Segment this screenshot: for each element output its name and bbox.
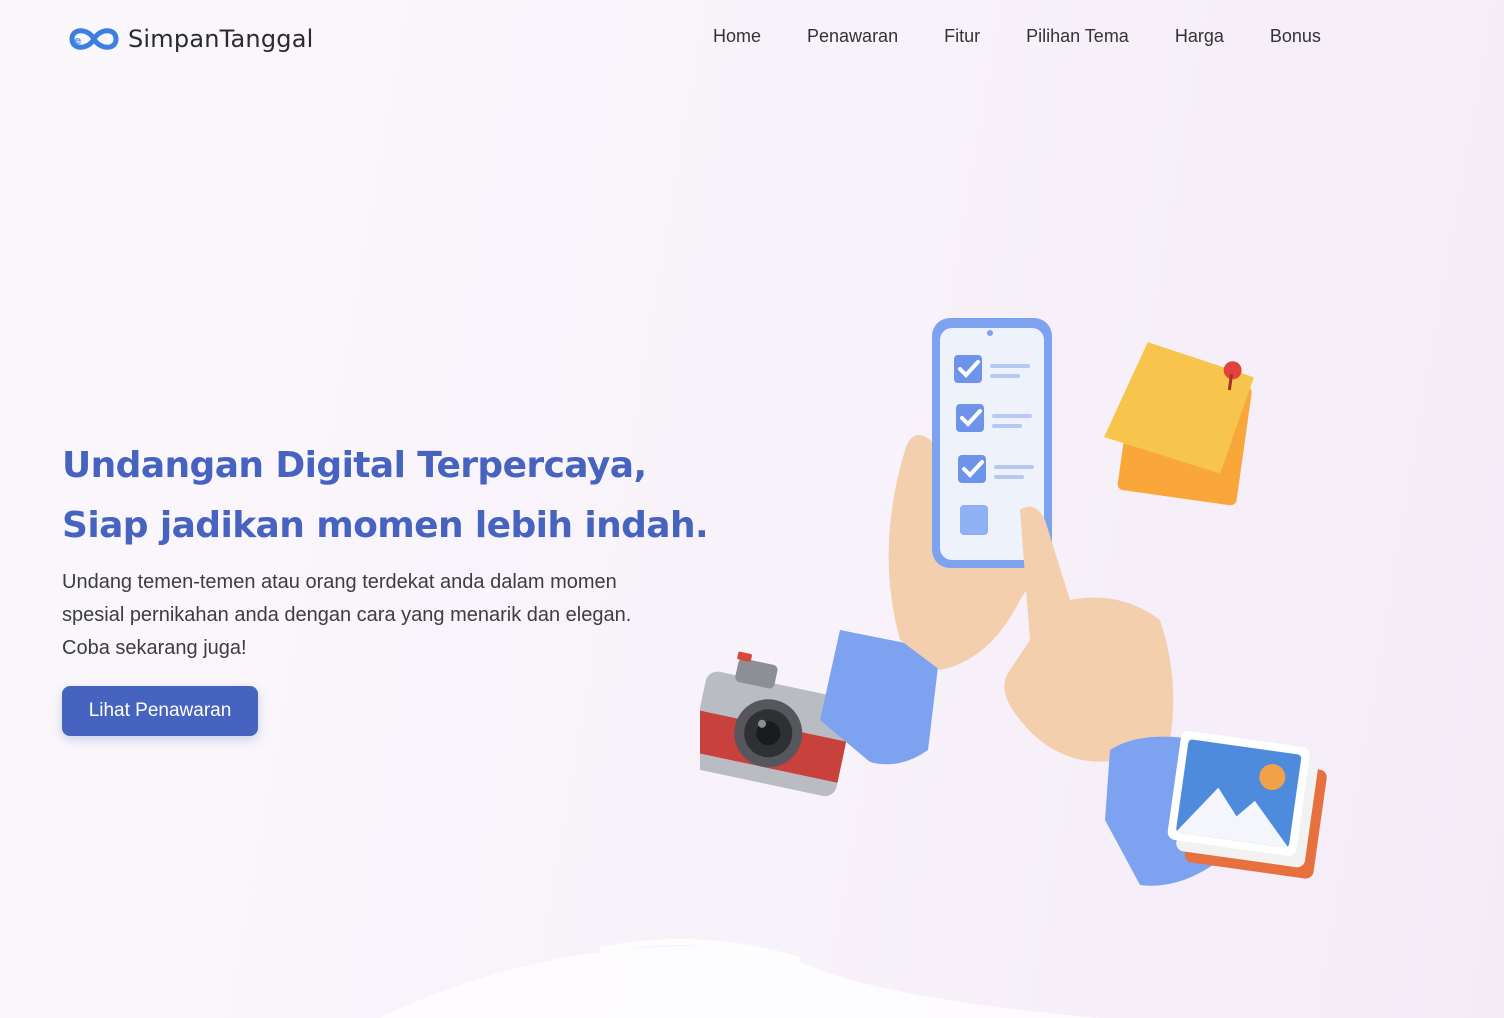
svg-text:e: e — [74, 34, 81, 47]
infinity-logo-icon: e — [69, 28, 119, 50]
nav-link-harga[interactable]: Harga — [1175, 24, 1224, 48]
hero-title-line-1: Undangan Digital Terpercaya, — [62, 445, 647, 486]
hero-section: Undangan Digital Terpercaya, Siap jadika… — [62, 436, 709, 665]
hero-description: Undang temen-temen atau orang terdekat a… — [62, 571, 632, 659]
sticky-note-icon — [1104, 342, 1254, 506]
nav-link-fitur[interactable]: Fitur — [944, 24, 980, 48]
pointing-hand-icon — [1004, 506, 1174, 762]
decorative-wave — [380, 939, 1100, 1018]
nav-link-penawaran[interactable]: Penawaran — [807, 24, 898, 48]
main-nav: Home Penawaran Fitur Pilihan Tema Harga … — [713, 24, 1321, 48]
view-offers-button[interactable]: Lihat Penawaran — [62, 686, 258, 736]
brand[interactable]: e SimpanTanggal — [66, 20, 313, 58]
top-navbar: e SimpanTanggal Home Penawaran Fitur Pil… — [0, 0, 1504, 76]
nav-link-bonus[interactable]: Bonus — [1270, 24, 1321, 48]
photo-gallery-icon — [1167, 731, 1327, 879]
hero-title-line-2: Siap jadikan momen lebih indah. — [62, 505, 709, 546]
hero-title: Undangan Digital Terpercaya, Siap jadika… — [62, 436, 709, 556]
nav-link-pilihan-tema[interactable]: Pilihan Tema — [1026, 24, 1129, 48]
brand-name: SimpanTanggal — [128, 25, 314, 53]
hero-illustration — [700, 318, 1327, 886]
nav-link-home[interactable]: Home — [713, 24, 761, 48]
